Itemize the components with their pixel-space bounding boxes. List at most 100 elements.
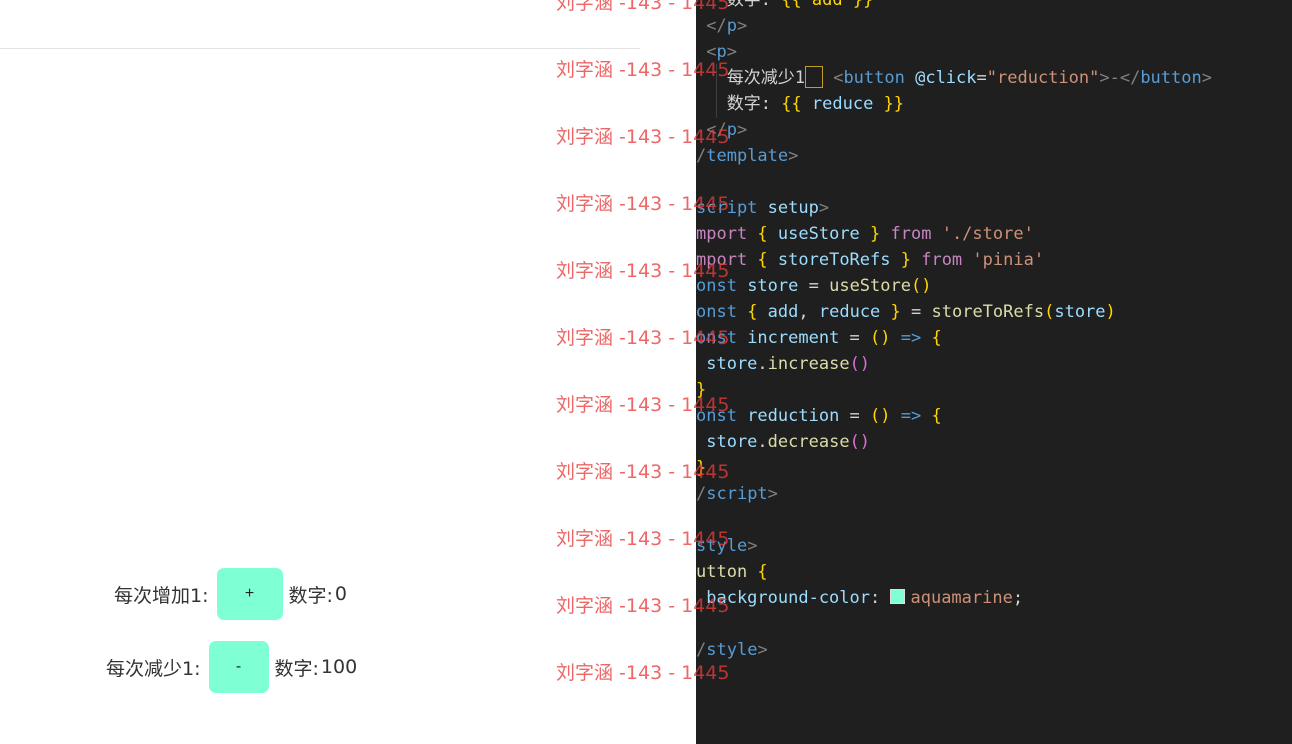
code-line: onst { add, reduce } = storeToRefs(store… <box>696 299 1116 325</box>
code-token: ) <box>1105 302 1116 322</box>
code-token: } <box>890 250 922 270</box>
code-line: } <box>696 377 706 403</box>
code-token: => <box>890 406 932 426</box>
code-token: > <box>736 120 748 140</box>
code-token: : <box>870 588 891 608</box>
code-token: setup <box>757 198 819 218</box>
code-line: 数字: {{ reduce }} <box>696 91 904 117</box>
code-token: p <box>716 42 727 62</box>
code-line: script setup> <box>696 195 829 221</box>
add-count-value: 0 <box>334 583 347 605</box>
code-token: () <box>910 276 932 296</box>
code-token: = <box>798 276 830 296</box>
code-line: </p> <box>696 13 747 39</box>
code-token: "reduction" <box>986 68 1100 88</box>
increment-row: 每次增加1: + 数字: 0 <box>114 568 347 620</box>
code-token: = <box>839 406 871 426</box>
code-token: = <box>839 328 871 348</box>
code-token: style <box>706 640 758 660</box>
code-token: = <box>911 302 932 322</box>
code-token: } <box>696 380 707 400</box>
code-token: reduce <box>818 302 881 322</box>
code-token: store <box>696 432 758 452</box>
code-token: onst <box>696 328 748 348</box>
code-token: storeToRefs <box>931 302 1045 322</box>
code-line: store.decrease() <box>696 429 870 455</box>
text-cursor-highlight <box>804 65 823 88</box>
code-token: storeToRefs <box>777 250 891 270</box>
reduction-label: 每次减少1: <box>106 657 201 680</box>
code-token: reduction <box>747 406 840 426</box>
code-token: , <box>798 302 819 322</box>
code-token: () <box>849 354 871 374</box>
indent-guide <box>716 64 717 118</box>
code-token: </ <box>696 120 727 140</box>
code-token: style <box>696 536 748 556</box>
code-line: 每次减少1 <button @click="reduction">-</butt… <box>696 65 1212 91</box>
code-token: > <box>747 536 758 556</box>
browser-preview: 每次增加1: + 数字: 0 每次减少1: - 数字: 100 <box>0 0 696 744</box>
code-token: > <box>818 198 830 218</box>
add-count-label: 数字: <box>288 584 333 607</box>
code-token: > <box>736 16 748 36</box>
code-token: 数字: <box>696 0 782 10</box>
code-token: aquamarine <box>910 588 1013 608</box>
code-token: background-color <box>696 588 870 608</box>
increment-button[interactable]: + <box>216 568 283 620</box>
code-token: () <box>870 328 891 348</box>
code-token: from <box>921 250 973 270</box>
code-line: 数字: {{ add }} <box>696 0 874 13</box>
code-token: . <box>757 432 768 452</box>
code-token: script <box>696 198 758 218</box>
code-token: @click <box>904 68 977 88</box>
code-line: background-color: aquamarine; <box>696 585 1023 611</box>
code-token: useStore <box>777 224 860 244</box>
code-line: onst reduction = () => { <box>696 403 942 429</box>
code-token: useStore <box>829 276 911 296</box>
code-token: 数字: <box>696 94 782 114</box>
code-token: ( <box>1044 302 1055 322</box>
code-token: { <box>931 406 942 426</box>
code-token: < <box>696 42 717 62</box>
code-token: > <box>757 640 768 660</box>
code-token: onst <box>696 276 748 296</box>
code-line: style> <box>696 533 757 559</box>
code-token: './store' <box>941 224 1034 244</box>
code-token: { <box>747 302 768 322</box>
code-token: </ <box>696 16 727 36</box>
code-line: <p> <box>696 39 737 65</box>
code-token: increment <box>747 328 840 348</box>
code-token: 'pinia' <box>972 250 1045 270</box>
code-token: / <box>696 484 707 504</box>
code-token: add <box>767 302 799 322</box>
code-token: > <box>767 484 778 504</box>
code-token: onst <box>696 406 748 426</box>
code-token: } <box>859 224 891 244</box>
code-token: { <box>757 562 768 582</box>
code-line: mport { useStore } from './store' <box>696 221 1034 247</box>
code-token: { <box>757 224 778 244</box>
code-token: increase <box>767 354 850 374</box>
browser-toolbar <box>0 0 640 49</box>
code-token: decrease <box>767 432 850 452</box>
code-line: </p> <box>696 117 747 143</box>
code-token: / <box>696 146 707 166</box>
code-editor[interactable]: 数字: {{ add }} </p> <p> 每次减少1 <button @cl… <box>696 0 1292 744</box>
code-token: } <box>696 458 707 478</box>
code-token: p <box>726 16 737 36</box>
increment-label: 每次增加1: <box>114 584 209 607</box>
code-token: store <box>747 276 799 296</box>
code-token: = <box>976 68 987 88</box>
code-token: template <box>706 146 789 166</box>
code-token: > <box>726 42 737 62</box>
code-token: from <box>890 224 942 244</box>
code-line: /script> <box>696 481 778 507</box>
code-token: > <box>1201 68 1212 88</box>
code-line: /template> <box>696 143 798 169</box>
code-token: mport <box>696 250 758 270</box>
code-token: { <box>757 250 778 270</box>
reduction-button[interactable]: - <box>208 641 269 693</box>
code-token: => <box>890 328 932 348</box>
code-token: mport <box>696 224 758 244</box>
reduce-count-value: 100 <box>320 656 358 678</box>
